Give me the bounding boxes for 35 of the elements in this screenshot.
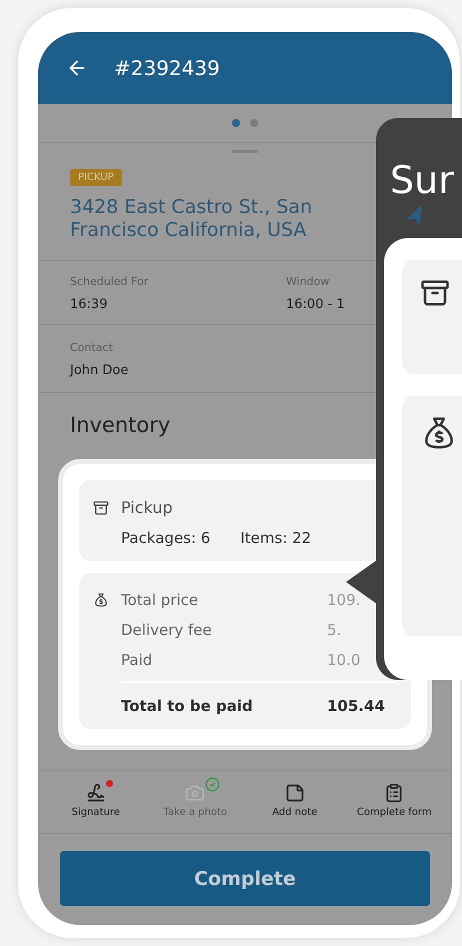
price-label: Paid — [121, 651, 154, 669]
panel-title: Sur — [389, 157, 455, 201]
contact-name: John Doe — [70, 363, 130, 378]
archive-box-icon — [93, 500, 109, 516]
price-value: 10.0 — [327, 651, 362, 669]
order-number: #2392439 — [114, 56, 220, 80]
page-dot[interactable] — [250, 119, 258, 127]
field-value: 16:00 - 1 — [286, 297, 346, 312]
price-value: 5. — [327, 621, 342, 639]
field-label: Scheduled For — [70, 275, 150, 288]
note-icon — [284, 783, 305, 803]
price-value: 105.44 — [327, 697, 386, 715]
field-label: Window — [286, 275, 330, 288]
money-bag-icon — [93, 592, 109, 608]
archive-box-icon — [420, 278, 450, 308]
price-label: Delivery fee — [121, 621, 213, 639]
stop-type-badge: PICKUP — [70, 169, 122, 186]
price-label: Total to be paid — [121, 697, 254, 715]
camera-icon — [185, 783, 206, 803]
price-label: Total price — [121, 591, 200, 609]
section-title: Inventory — [70, 413, 170, 439]
complete-button[interactable]: Complete — [60, 851, 430, 906]
action-button[interactable]: Complete form — [344, 777, 444, 833]
stop-address: 3428 East Castro St., San Francisco California, USA — [70, 196, 314, 242]
signature-icon — [86, 783, 106, 803]
field-value: 16:39 — [70, 297, 108, 312]
field-label: Contact — [70, 341, 114, 354]
action-button[interactable]: Add note — [245, 777, 344, 833]
price-value: 109. — [327, 591, 362, 609]
packages-count: Packages: 6 — [121, 529, 210, 547]
clipboard-icon — [384, 783, 404, 803]
section-title: Pickup — [121, 498, 174, 517]
items-count: Items: 22 — [240, 529, 312, 547]
page-dot[interactable] — [232, 119, 240, 127]
action-button[interactable]: Signature — [46, 777, 146, 833]
